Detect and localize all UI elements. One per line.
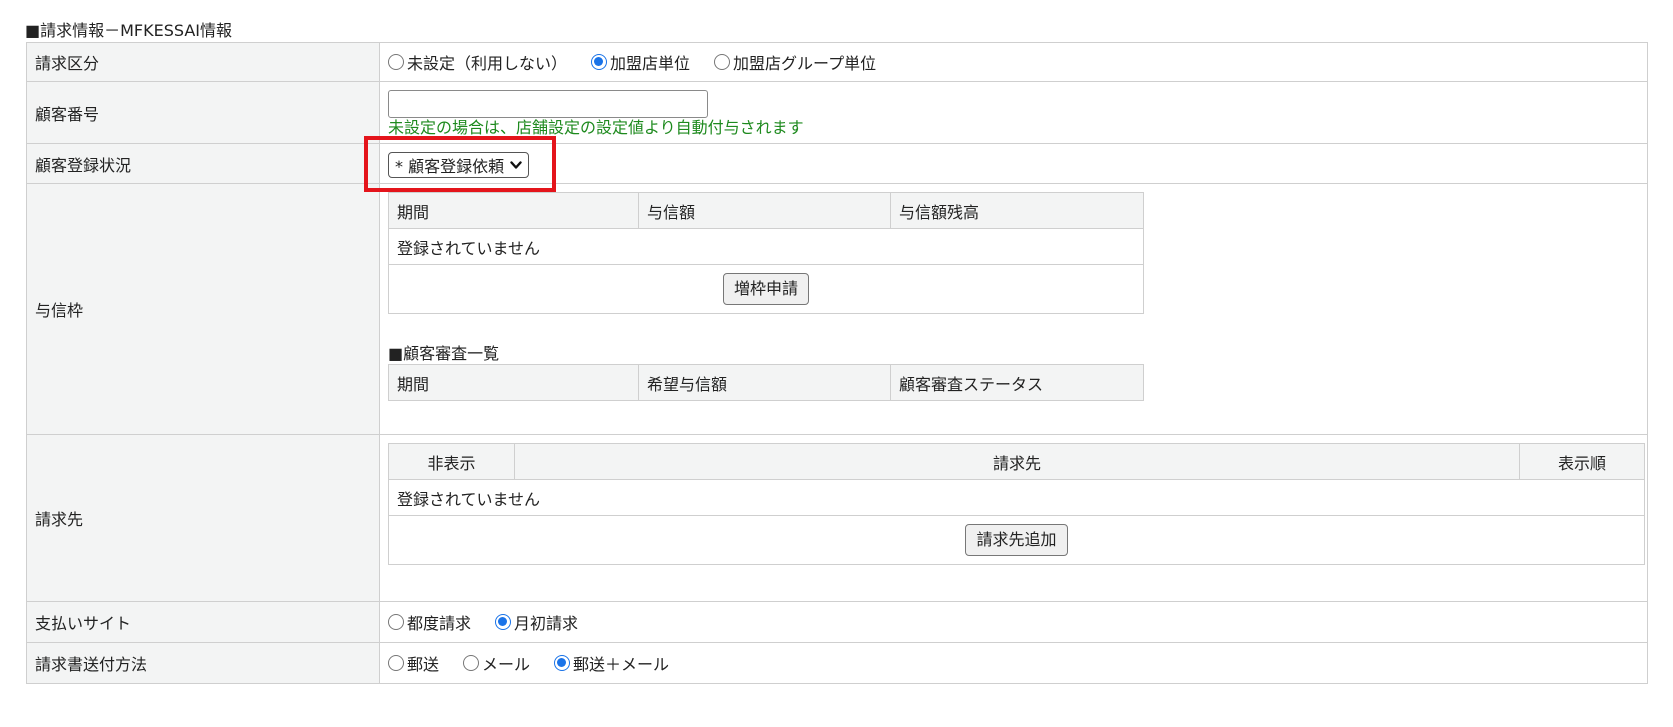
customer-review-title: ■顧客審査一覧 — [388, 344, 500, 363]
invoice-delivery-option-mail[interactable]: 郵送 — [388, 651, 439, 675]
credit-limit-label: 与信枠 — [26, 183, 380, 435]
billing-header-order: 表示順 — [1519, 443, 1645, 480]
customer-number-input[interactable] — [388, 90, 708, 118]
billing-empty-row: 登録されていません — [388, 479, 1645, 516]
section-title: ■請求情報－MFKESSAI情報 — [25, 21, 233, 40]
radio-email[interactable] — [463, 655, 480, 671]
customer-registration-select[interactable]: * 顧客登録依頼 — [388, 152, 530, 178]
customer-registration-selected: * 顧客登録依頼 — [395, 157, 505, 176]
chevron-down-icon — [510, 161, 522, 169]
radio-monthly-billing-label: 月初請求 — [514, 614, 579, 633]
radio-postal-and-email[interactable] — [554, 655, 571, 671]
radio-postal-label: 郵送 — [407, 655, 440, 674]
row-invoice-delivery: 請求書送付方法 郵送 メール 郵送＋メール — [26, 642, 1648, 684]
review-header-desired-amount: 希望与信額 — [638, 364, 891, 401]
radio-store[interactable] — [591, 54, 608, 70]
credit-limit-table: 期間 与信額 与信額残高 登録されていません 増枠申請 — [388, 192, 1144, 314]
billing-type-radio-group: 未設定（利用しない） 加盟店単位 加盟店グループ単位 — [388, 43, 1647, 81]
payment-site-option-monthly[interactable]: 月初請求 — [495, 610, 578, 634]
row-billing-type: 請求区分 未設定（利用しない） 加盟店単位 加盟店グループ単位 — [26, 42, 1648, 82]
radio-email-label: メール — [482, 655, 531, 674]
credit-button-row: 増枠申請 — [388, 264, 1144, 314]
add-billing-destination-button[interactable]: 請求先追加 — [965, 524, 1068, 556]
row-customer-registration: 顧客登録状況 * 顧客登録依頼 — [26, 136, 1648, 192]
credit-header-balance: 与信額残高 — [890, 192, 1144, 229]
payment-site-radio-group: 都度請求 月初請求 — [388, 602, 1647, 642]
radio-postal-and-email-label: 郵送＋メール — [573, 655, 670, 674]
billing-header-row: 非表示 請求先 表示順 — [388, 443, 1645, 480]
payment-site-option-each[interactable]: 都度請求 — [388, 610, 471, 634]
review-header-row: 期間 希望与信額 顧客審査ステータス — [388, 364, 1144, 401]
invoice-delivery-radio-group: 郵送 メール 郵送＋メール — [388, 643, 1647, 683]
invoice-delivery-option-both[interactable]: 郵送＋メール — [554, 651, 669, 675]
review-header-status: 顧客審査ステータス — [890, 364, 1144, 401]
credit-limit-header-row: 期間 与信額 与信額残高 — [388, 192, 1144, 229]
payment-site-label: 支払いサイト — [26, 601, 380, 643]
radio-unset-label: 未設定（利用しない） — [407, 54, 568, 73]
row-customer-number: 顧客番号 未設定の場合は、店舗設定の設定値より自動付与されます — [26, 81, 1648, 144]
row-payment-site: 支払いサイト 都度請求 月初請求 — [26, 601, 1648, 643]
credit-empty-text: 登録されていません — [388, 228, 1144, 265]
radio-monthly-billing[interactable] — [495, 614, 512, 630]
radio-each-billing-label: 都度請求 — [407, 614, 472, 633]
billing-destination-label: 請求先 — [26, 434, 380, 602]
billing-type-option-store-group[interactable]: 加盟店グループ単位 — [714, 50, 876, 74]
increase-limit-button[interactable]: 増枠申請 — [722, 273, 809, 305]
customer-number-label: 顧客番号 — [26, 81, 380, 144]
billing-type-option-store[interactable]: 加盟店単位 — [591, 50, 690, 74]
radio-store-group[interactable] — [714, 54, 731, 70]
billing-header-destination: 請求先 — [514, 443, 1520, 480]
billing-destination-table: 非表示 請求先 表示順 登録されていません 請求先追加 — [388, 443, 1645, 565]
billing-type-option-unset[interactable]: 未設定（利用しない） — [388, 50, 567, 74]
credit-header-amount: 与信額 — [638, 192, 891, 229]
credit-empty-row: 登録されていません — [388, 228, 1144, 265]
radio-postal[interactable] — [388, 655, 404, 671]
customer-review-table: 期間 希望与信額 顧客審査ステータス — [388, 364, 1144, 401]
billing-type-label: 請求区分 — [26, 42, 380, 82]
row-credit-limit: 与信枠 期間 与信額 与信額残高 登録されていません 増枠申請 ■顧客審査一覧 … — [26, 183, 1648, 435]
radio-store-label: 加盟店単位 — [610, 54, 691, 73]
radio-unset[interactable] — [388, 54, 404, 70]
radio-store-group-label: 加盟店グループ単位 — [733, 54, 877, 73]
credit-header-period: 期間 — [388, 192, 639, 229]
row-billing-destination: 請求先 非表示 請求先 表示順 登録されていません 請求先追加 — [26, 434, 1648, 602]
invoice-delivery-label: 請求書送付方法 — [26, 642, 380, 684]
review-header-period: 期間 — [388, 364, 639, 401]
billing-empty-text: 登録されていません — [388, 479, 1645, 516]
billing-info-table: 請求区分 未設定（利用しない） 加盟店単位 加盟店グループ単位 顧客番号 未設定… — [26, 42, 1648, 684]
customer-number-hint: 未設定の場合は、店舗設定の設定値より自動付与されます — [388, 118, 804, 137]
invoice-delivery-option-email[interactable]: メール — [463, 651, 530, 675]
customer-registration-label: 顧客登録状況 — [26, 143, 380, 184]
billing-button-row: 請求先追加 — [388, 515, 1645, 565]
radio-each-billing[interactable] — [388, 614, 404, 630]
billing-header-hidden: 非表示 — [388, 443, 515, 480]
